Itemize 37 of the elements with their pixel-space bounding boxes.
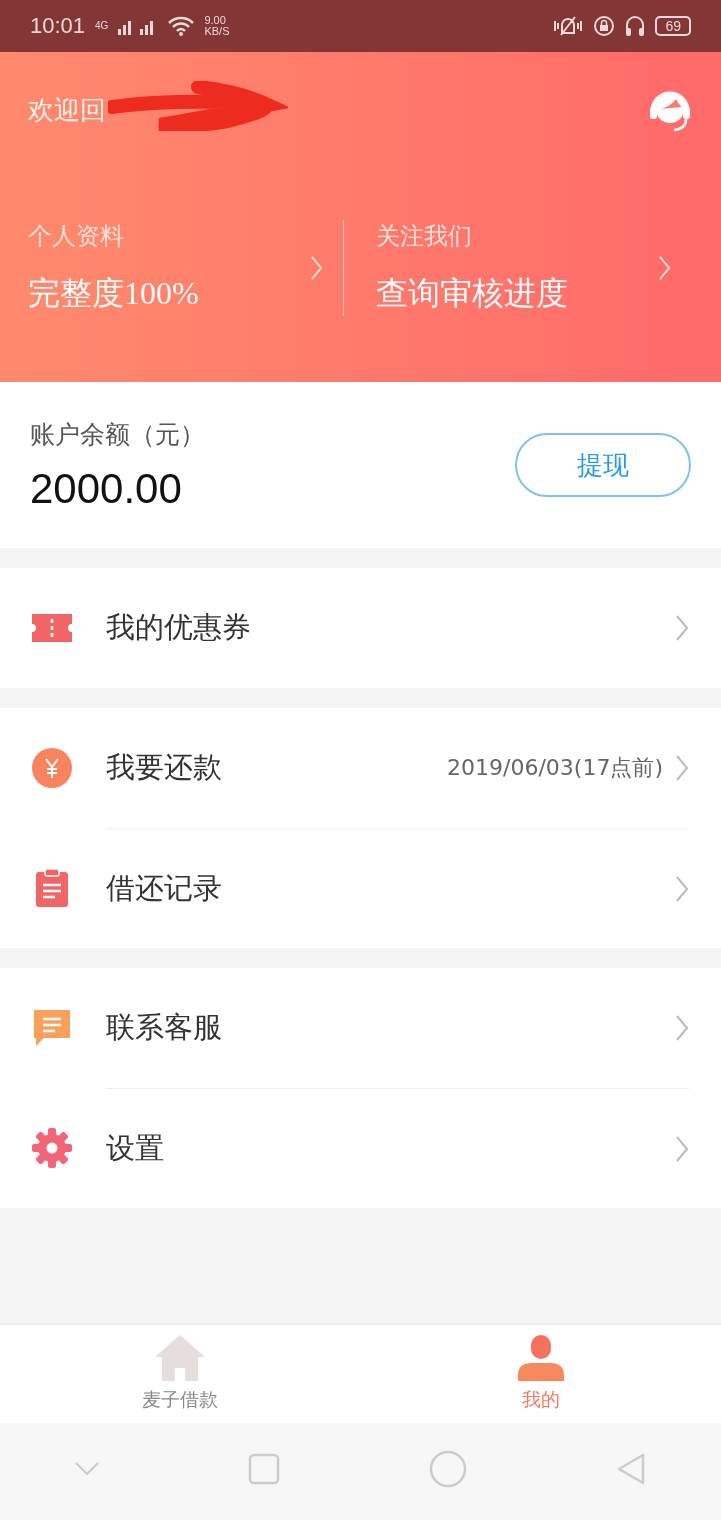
settings-icon bbox=[32, 1128, 72, 1168]
yuan-coin-icon bbox=[32, 748, 72, 788]
chevron-right-icon bbox=[675, 614, 689, 642]
headphones-icon bbox=[625, 15, 646, 37]
message-icon bbox=[32, 1008, 72, 1048]
network-speed: 9.00 KB/S bbox=[204, 15, 230, 37]
recent-apps-icon[interactable] bbox=[248, 1452, 281, 1485]
wifi-icon bbox=[168, 16, 195, 36]
tab-label[interactable]: 麦子借款 bbox=[142, 1387, 219, 1413]
chevron-down-icon[interactable] bbox=[74, 1460, 101, 1477]
welcome-text: 欢迎回 bbox=[28, 94, 106, 127]
menu-item[interactable]: 设置 bbox=[106, 1128, 675, 1169]
card-value: 完整度100% bbox=[28, 274, 200, 313]
card-value: 查询审核进度 bbox=[376, 274, 569, 313]
vibrate-icon bbox=[553, 15, 584, 37]
menu-item[interactable]: 我的优惠券 bbox=[106, 608, 675, 648]
person-icon bbox=[517, 1335, 564, 1381]
due-date: 2019/06/03(17点前) bbox=[447, 754, 663, 782]
menu-item[interactable]: 联系客服 bbox=[106, 1008, 675, 1048]
balance-amount: 2000.00 bbox=[30, 464, 183, 513]
card-label: 个人资料 bbox=[28, 222, 125, 251]
home-icon bbox=[155, 1335, 206, 1381]
menu-item[interactable]: 我要还款 bbox=[106, 748, 448, 788]
chevron-right-icon bbox=[658, 255, 671, 281]
lock-rotation-icon bbox=[593, 15, 616, 37]
chevron-right-icon bbox=[675, 874, 689, 903]
balance-label: 账户余额（元） bbox=[30, 419, 205, 450]
chevron-right-icon bbox=[675, 754, 689, 782]
chevron-right-icon bbox=[675, 1134, 689, 1163]
chevron-right-icon bbox=[675, 1014, 689, 1042]
network-type: 4G bbox=[95, 21, 109, 31]
chevron-right-icon bbox=[310, 255, 323, 281]
menu-item[interactable]: 借还记录 bbox=[106, 868, 675, 909]
status-time: 10:01 bbox=[30, 13, 86, 39]
battery-level: 69 bbox=[655, 16, 691, 36]
home-circle-icon[interactable] bbox=[428, 1449, 467, 1488]
card-label: 关注我们 bbox=[376, 222, 473, 251]
